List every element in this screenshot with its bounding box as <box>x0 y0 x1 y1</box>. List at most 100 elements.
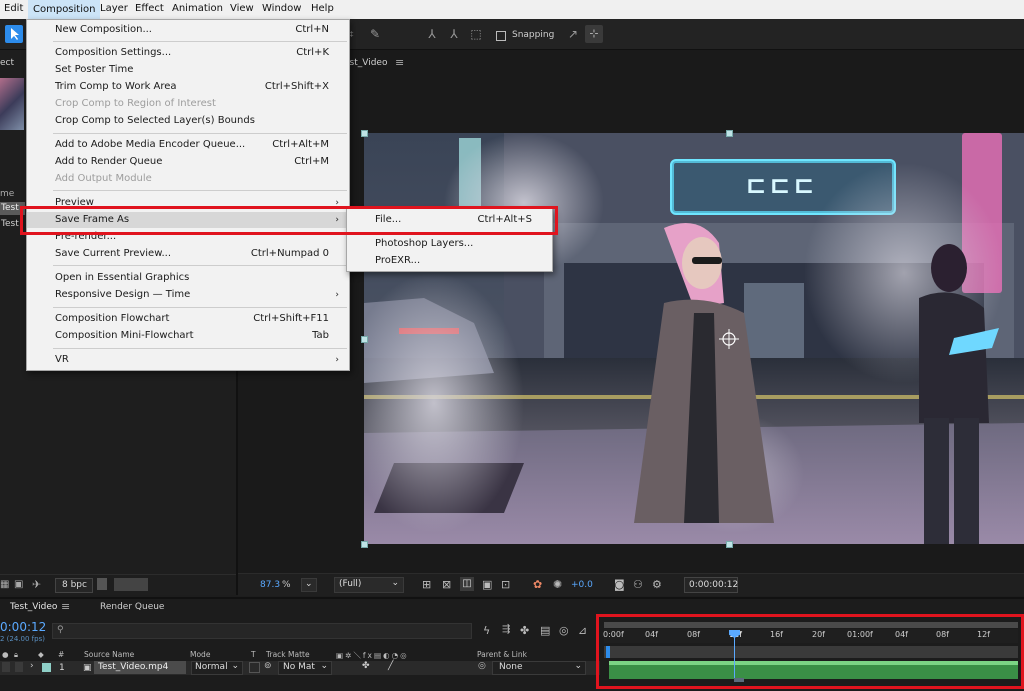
menu-item-new-composition[interactable]: New Composition... Ctrl+N <box>27 22 349 38</box>
reset-exposure-icon[interactable]: ✺ <box>553 578 562 591</box>
resolution-dropdown[interactable]: (Full) ⌄ <box>334 577 404 593</box>
transform-handle[interactable] <box>361 336 368 343</box>
snap-grid-icon[interactable]: ⊹ <box>585 25 603 43</box>
pin-tool-icon[interactable]: ✎ <box>367 26 383 42</box>
menu-composition[interactable]: Composition <box>28 0 101 19</box>
transform-handle[interactable] <box>361 130 368 137</box>
project-item-label: Test <box>1 203 19 213</box>
menu-item-set-poster-time[interactable]: Set Poster Time <box>27 62 349 78</box>
snapping-checkbox[interactable] <box>496 31 506 41</box>
composition-tab[interactable]: est_Video <box>344 58 387 68</box>
axis-world-icon[interactable]: ⅄ <box>446 26 462 42</box>
submenu-item-photoshop-layers[interactable]: Photoshop Layers... <box>347 236 552 252</box>
snap-arrow-icon[interactable]: ↗ <box>565 26 581 42</box>
fast-preview-icon[interactable]: ⚙ <box>652 578 662 591</box>
panel-menu-icon[interactable]: ≡ <box>395 56 404 69</box>
track-matte-dropdown[interactable]: No Mat ⌄ <box>278 661 332 675</box>
exposure-value[interactable]: +0.0 <box>571 580 593 590</box>
submenu-item-proexr[interactable]: ProEXR... <box>347 253 552 269</box>
axis-view-icon[interactable]: ⬚ <box>468 26 484 42</box>
quality-switch-icon[interactable]: ╱ <box>388 661 393 671</box>
panel-menu-icon[interactable]: ≡ <box>61 600 70 613</box>
search-icon: ⚲ <box>57 625 64 635</box>
layer-mode-dropdown[interactable]: Normal ⌄ <box>191 661 243 675</box>
menu-item-composition-mini-flowchart[interactable]: Composition Mini-Flowchart Tab <box>27 328 349 344</box>
graph-editor-icon[interactable]: ⊿ <box>578 624 587 637</box>
menu-edit[interactable]: Edit <box>4 3 23 14</box>
menu-layer[interactable]: Layer <box>100 3 128 14</box>
zoom-unit: % <box>282 580 291 590</box>
menu-item-add-to-ame[interactable]: Add to Adobe Media Encoder Queue... Ctrl… <box>27 137 349 153</box>
layer-label-color[interactable] <box>42 663 51 672</box>
render-queue-tab[interactable]: Render Queue <box>100 602 164 612</box>
zoom-dropdown[interactable]: ⌄ <box>301 578 317 592</box>
preserve-transparency-checkbox[interactable] <box>249 662 260 673</box>
axis-local-icon[interactable]: ⅄ <box>424 26 440 42</box>
parent-dropdown[interactable]: None ⌄ <box>492 661 586 675</box>
zoom-value[interactable]: 87.3 <box>260 580 280 590</box>
project-item-label[interactable]: Test <box>1 219 19 229</box>
transparency-grid-icon[interactable]: ⊠ <box>442 578 451 591</box>
transform-handle[interactable] <box>361 541 368 548</box>
menu-effect[interactable]: Effect <box>135 3 164 14</box>
folder-icon[interactable]: ▣ <box>14 579 23 590</box>
interpret-icon[interactable]: ✈ <box>32 578 41 591</box>
current-time-field[interactable]: 0:00:00:12 <box>684 577 738 593</box>
transform-handle[interactable] <box>726 541 733 548</box>
timeline-timecode[interactable]: 0:00:12 <box>0 620 46 634</box>
project-tab[interactable]: ect <box>0 58 14 68</box>
timeline-search-input[interactable]: ⚲ <box>52 623 472 639</box>
menu-window[interactable]: Window <box>262 3 301 14</box>
motion-blur-icon[interactable]: ◎ <box>559 624 569 637</box>
layer-row[interactable]: › 1 ▣ Test_Video.mp4 Normal ⌄ ⊚ No Mat ⌄… <box>0 661 600 675</box>
transform-handle[interactable] <box>726 130 733 137</box>
label-icon: ◆ <box>38 650 44 659</box>
layer-lock-toggle[interactable] <box>15 662 23 672</box>
mask-visibility-icon[interactable]: ◫ <box>460 577 474 591</box>
snapping-label: Snapping <box>512 30 555 40</box>
neon-sign-text: ㄷㄷㄷ <box>744 173 816 203</box>
switches-icons: ▣✲＼fx▤◐◔◎ <box>336 651 409 660</box>
video-frame: ㄷㄷㄷ <box>364 133 1024 544</box>
timeline-highlight-box <box>596 614 1024 689</box>
menu-item-save-current-preview[interactable]: Save Current Preview... Ctrl+Numpad 0 <box>27 246 349 262</box>
col-number: # <box>58 650 65 659</box>
chevron-right-icon[interactable]: › <box>30 661 34 671</box>
chevron-down-icon: ⌄ <box>231 661 239 671</box>
bpc-button[interactable]: 8 bpc <box>55 578 93 593</box>
delete-icon[interactable] <box>97 578 107 590</box>
menu-help[interactable]: Help <box>311 3 334 14</box>
menu-animation[interactable]: Animation <box>172 3 223 14</box>
menu-view[interactable]: View <box>230 3 254 14</box>
menu-item-composition-flowchart[interactable]: Composition Flowchart Ctrl+Shift+F11 <box>27 311 349 327</box>
menu-item-composition-settings[interactable]: Composition Settings... Ctrl+K <box>27 45 349 61</box>
parent-pickwhip-icon[interactable]: ◎ <box>478 661 486 671</box>
color-swatch[interactable] <box>114 578 148 591</box>
arrow-cursor-icon <box>11 28 19 40</box>
menu-item-responsive-design[interactable]: Responsive Design — Time › <box>27 287 349 303</box>
composition-viewer[interactable]: ㄷㄷㄷ <box>364 133 1024 544</box>
menu-item-trim-comp[interactable]: Trim Comp to Work Area Ctrl+Shift+X <box>27 79 349 95</box>
comp-flowchart-icon[interactable]: ⇶ <box>502 624 510 635</box>
trash-icon[interactable]: ▦ <box>0 579 9 590</box>
menu-item-add-to-render-queue[interactable]: Add to Render Queue Ctrl+M <box>27 154 349 170</box>
safe-margins-icon[interactable]: ▣ <box>482 578 492 591</box>
region-of-interest-icon[interactable]: ⊞ <box>422 578 431 591</box>
timeline-tab[interactable]: Test_Video <box>10 602 57 612</box>
lightning-icon[interactable]: ϟ <box>483 624 490 637</box>
shy-layers-icon[interactable]: ✤ <box>520 624 529 637</box>
snapshot-camera-icon[interactable]: ◙ <box>614 578 625 591</box>
layer-name-field[interactable]: Test_Video.mp4 <box>94 661 186 674</box>
guides-icon[interactable]: ⊡ <box>501 578 510 591</box>
col-parent: Parent & Link <box>477 650 527 659</box>
menu-item-add-output-module: Add Output Module <box>55 173 152 184</box>
shy-switch-icon[interactable]: ✤ <box>362 661 370 671</box>
frame-blending-icon[interactable]: ▤ <box>540 624 550 637</box>
menu-item-vr[interactable]: VR › <box>27 352 349 368</box>
show-snapshot-icon[interactable]: ⚇ <box>633 578 643 591</box>
color-channels-icon[interactable]: ✿ <box>533 578 542 591</box>
menu-item-crop-comp-selected[interactable]: Crop Comp to Selected Layer(s) Bounds <box>27 113 349 129</box>
selection-tool-button[interactable] <box>5 25 23 43</box>
menu-item-open-essential-graphics[interactable]: Open in Essential Graphics <box>27 270 349 286</box>
layer-visibility-toggle[interactable] <box>2 662 10 672</box>
